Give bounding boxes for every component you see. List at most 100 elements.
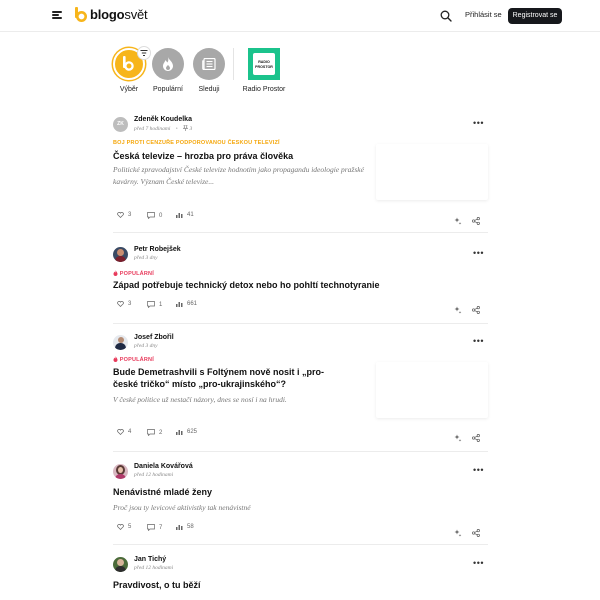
top-bar: blogosvět Přihlásit se Registrovat se — [0, 0, 600, 32]
logo-text: blogosvět — [90, 7, 148, 22]
post-title[interactable]: Nenávistné mladé ženy — [113, 486, 488, 498]
heart-icon — [117, 301, 124, 307]
sparkle-icon — [454, 217, 462, 225]
more-options-icon[interactable]: ••• — [473, 336, 484, 346]
post-thumbnail[interactable] — [376, 362, 488, 418]
share-icon — [472, 306, 480, 314]
author-name[interactable]: Petr Robejšek — [134, 246, 181, 253]
pin-icon — [182, 124, 189, 131]
author-name[interactable]: Daniela Kovářová — [134, 463, 193, 470]
boost-button[interactable] — [454, 429, 462, 447]
views-count: 625 — [176, 429, 197, 435]
views-count: 661 — [176, 301, 197, 307]
post-title[interactable]: Západ potřebuje technický detox nebo ho … — [113, 279, 488, 291]
sparkle-icon — [454, 306, 462, 314]
author-name[interactable]: Jan Tichý — [134, 556, 166, 563]
post-title[interactable]: Česká televize – hrozba pro práva člověk… — [113, 150, 363, 162]
post-thumbnail[interactable] — [376, 144, 488, 200]
share-button[interactable] — [472, 524, 480, 542]
heart-icon — [117, 524, 124, 530]
heart-icon — [117, 429, 124, 435]
sparkle-icon — [454, 529, 462, 537]
post-actions: 3 0 41 — [117, 212, 237, 224]
post-extra-actions — [454, 524, 484, 537]
heart-icon — [117, 212, 124, 218]
blogosvet-logo[interactable]: blogosvět — [75, 7, 148, 22]
register-button[interactable]: Registrovat se — [508, 8, 562, 24]
post-time: před 12 hodinami — [134, 472, 174, 478]
share-button[interactable] — [472, 212, 480, 230]
channel-radio-prostor[interactable]: RADIO PROSTOR Radio Prostor — [239, 48, 289, 93]
search-icon[interactable] — [440, 10, 452, 22]
channel-bar: Výběr Populární Sleduji RADIO PROSTOR Ra… — [0, 40, 600, 100]
boost-button[interactable] — [454, 212, 462, 230]
share-button[interactable] — [472, 429, 480, 447]
post-title[interactable]: Pravdivost, o tu běží — [113, 579, 488, 591]
avatar[interactable] — [113, 335, 128, 350]
sparkle-icon — [454, 434, 462, 442]
boost-button[interactable] — [454, 301, 462, 319]
flame-icon — [163, 57, 173, 71]
radio-prostor-logo: RADIO PROSTOR — [248, 48, 280, 80]
channel-sleduji-avatar — [193, 48, 225, 80]
post-excerpt[interactable]: V české politice už nestačí názory, dnes… — [113, 394, 365, 406]
more-options-icon[interactable]: ••• — [473, 248, 484, 258]
share-icon — [472, 434, 480, 442]
post-tag[interactable]: POPULÁRNÍ — [113, 270, 154, 277]
blogosvet-logo-icon — [75, 7, 87, 22]
post-extra-actions — [454, 301, 484, 314]
blogosvet-b-icon — [123, 56, 134, 71]
flame-icon — [113, 356, 118, 362]
comment-icon — [147, 212, 155, 219]
channel-sleduji[interactable]: Sleduji — [184, 48, 234, 93]
flame-icon — [113, 270, 118, 276]
like-button[interactable]: 3 — [117, 212, 131, 218]
channel-sleduji-label: Sleduji — [198, 86, 220, 93]
avatar[interactable] — [113, 464, 128, 479]
like-button[interactable]: 5 — [117, 524, 131, 530]
share-icon — [472, 217, 480, 225]
feed-post[interactable]: Petr Robejšek před 3 dny ••• POPULÁRNÍ Z… — [113, 246, 488, 324]
post-time: před 3 dny — [134, 255, 158, 261]
author-name[interactable]: Josef Zbořil — [134, 334, 174, 341]
comment-button[interactable]: 7 — [147, 524, 162, 531]
login-link[interactable]: Přihlásit se — [465, 10, 502, 19]
feed-post[interactable]: Jan Tichý před 12 hodinami ••• Pravdivos… — [113, 556, 488, 600]
views-count: 41 — [176, 212, 194, 218]
bar-chart-icon — [176, 430, 183, 435]
bar-chart-icon — [176, 525, 183, 530]
post-tag[interactable]: POPULÁRNÍ — [113, 356, 154, 363]
avatar[interactable] — [113, 557, 128, 572]
comment-icon — [147, 524, 155, 531]
post-time: před 12 hodinami — [134, 565, 174, 571]
more-options-icon[interactable]: ••• — [473, 118, 484, 128]
post-extra-actions — [454, 212, 484, 225]
feed-post[interactable]: Daniela Kovářová před 12 hodinami ••• Ne… — [113, 463, 488, 545]
avatar[interactable]: ZK — [113, 117, 128, 132]
more-options-icon[interactable]: ••• — [473, 558, 484, 568]
like-button[interactable]: 3 — [117, 301, 131, 307]
boost-button[interactable] — [454, 524, 462, 542]
post-excerpt[interactable]: Proč jsou ty levicové aktivistky tak nen… — [113, 502, 413, 514]
bar-chart-icon — [176, 302, 183, 307]
hamburger-menu-icon[interactable] — [52, 11, 62, 19]
post-title[interactable]: Bude Demetrashvili s Foltýnem nově nosit… — [113, 366, 363, 390]
newspaper-icon — [202, 58, 216, 70]
channel-divider — [233, 48, 234, 80]
share-button[interactable] — [472, 301, 480, 319]
author-name[interactable]: Zdeněk Koudelka — [134, 116, 192, 123]
post-excerpt[interactable]: Politické zpravodajství České televize h… — [113, 164, 365, 188]
like-button[interactable]: 4 — [117, 429, 131, 435]
channel-vyber-avatar — [113, 46, 151, 80]
post-tag[interactable]: BOJ PROTI CENZUŘE PODPOROVANOU ČESKOU TE… — [113, 140, 280, 146]
feed-post[interactable]: Josef Zbořil před 3 dny ••• POPULÁRNÍ Bu… — [113, 334, 488, 452]
avatar[interactable] — [113, 247, 128, 262]
feed-post[interactable]: ZK Zdeněk Koudelka před 7 hodinami • 3 •… — [113, 116, 488, 233]
comment-button[interactable]: 0 — [147, 212, 162, 219]
share-icon — [472, 529, 480, 537]
comment-button[interactable]: 2 — [147, 429, 162, 436]
comment-icon — [147, 429, 155, 436]
post-time: před 3 dny — [134, 343, 158, 349]
more-options-icon[interactable]: ••• — [473, 465, 484, 475]
comment-button[interactable]: 1 — [147, 301, 162, 308]
